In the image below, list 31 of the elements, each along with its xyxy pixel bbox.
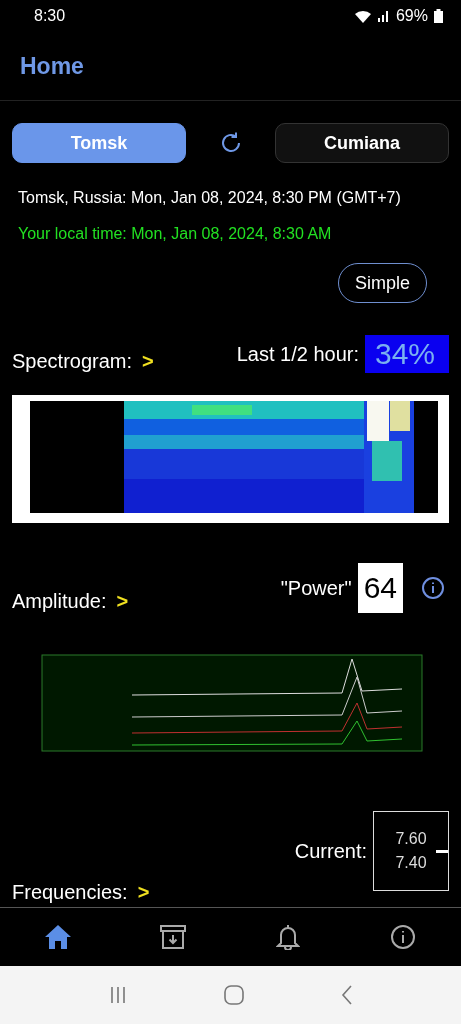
bell-icon (276, 924, 301, 950)
local-time: Your local time: Mon, Jan 08, 2024, 8:30 AM (17, 225, 333, 243)
scale-value: 7.40 (395, 854, 427, 872)
archive-icon (159, 924, 186, 950)
section-label: Amplitude: (12, 590, 107, 613)
power-value: 64 (357, 563, 403, 613)
signal-icon (377, 10, 390, 22)
page-title: Home (20, 52, 84, 80)
section-label: Frequencies: (12, 881, 128, 904)
station-time: Tomsk, Russia: Mon, Jan 08, 2024, 8:30 PM (GMT+7) (17, 189, 402, 207)
back-icon[interactable] (340, 985, 353, 1005)
battery-percent: 69% (395, 7, 428, 25)
current-label: Current: (294, 839, 367, 863)
mode-button[interactable]: Simple (337, 263, 427, 303)
chevron-icon[interactable]: > (137, 881, 150, 904)
wifi-icon (353, 9, 372, 23)
home-icon (43, 924, 72, 950)
last-half-hour-label: Last 1/2 hour: (236, 342, 359, 366)
battery-icon (434, 9, 443, 23)
scale-value: 7.60 (395, 830, 427, 848)
home-button-icon[interactable] (223, 985, 244, 1005)
chevron-icon[interactable]: > (116, 590, 129, 613)
recent-apps-icon[interactable] (108, 986, 127, 1004)
info-icon (390, 924, 417, 950)
chevron-icon[interactable]: > (142, 350, 154, 373)
activity-value: 34% (365, 335, 449, 373)
status-time: 8:30 (34, 7, 66, 25)
power-label: "Power" (280, 576, 352, 600)
section-label: Spectrogram: (12, 350, 133, 373)
info-icon[interactable] (421, 576, 445, 600)
station-tab[interactable]: Cumiana (275, 123, 449, 163)
